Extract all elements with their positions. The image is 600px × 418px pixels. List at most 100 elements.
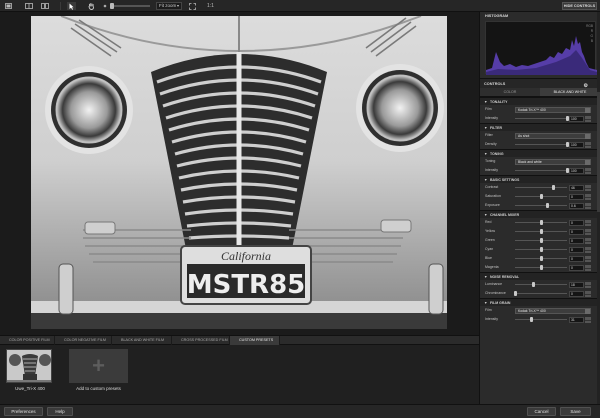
tab-black-and-white[interactable]: BLACK AND WHITE: [540, 88, 600, 96]
value-stepper[interactable]: [585, 247, 591, 253]
slider-knob[interactable]: [514, 291, 517, 296]
slider-knob[interactable]: [540, 194, 543, 199]
filter-density-slider[interactable]: [515, 142, 569, 147]
value-stepper[interactable]: [585, 142, 591, 148]
channel-mixer-magenta-value-field[interactable]: 0: [569, 265, 584, 271]
section-noise-removal[interactable]: ▼ NOISE REMOVAL: [480, 272, 600, 280]
cancel-button[interactable]: Cancel: [527, 407, 556, 416]
slider-knob[interactable]: [540, 247, 543, 252]
basic-settings-contrast-value-field[interactable]: 46: [569, 185, 584, 191]
channel-mixer-yellow-slider[interactable]: [515, 229, 567, 234]
film-grain-intensity-value-field[interactable]: 31: [569, 317, 584, 323]
channel-mixer-red-value-field[interactable]: 0: [569, 220, 584, 226]
basic-settings-contrast-slider[interactable]: [515, 185, 567, 190]
hide-controls-button[interactable]: HIDE CONTROLS: [562, 2, 597, 10]
basic-settings-exposure-slider[interactable]: [515, 203, 567, 208]
section-filter[interactable]: ▼ FILTER: [480, 123, 600, 131]
toning-toning-select[interactable]: Black and white: [515, 159, 591, 165]
add-custom-preset[interactable]: + Add to custom presets: [69, 349, 128, 391]
slider-knob[interactable]: [540, 229, 543, 234]
compare-view-icon[interactable]: [40, 2, 49, 10]
tab-custom-presets[interactable]: CUSTOM PRESETS: [230, 336, 280, 345]
noise-removal-luminance-slider[interactable]: [515, 282, 567, 287]
tab-black-and-white-film[interactable]: BLACK AND WHITE FILM: [112, 336, 172, 345]
channel-mixer-green-slider[interactable]: [515, 238, 567, 243]
noise-removal-luminance-value-field[interactable]: 18: [569, 282, 584, 288]
tab-color-positive-film[interactable]: COLOR POSITIVE FILM: [0, 336, 55, 345]
tonality-intensity-slider[interactable]: [515, 116, 569, 121]
tab-color-negative-film[interactable]: COLOR NEGATIVE FILM: [55, 336, 112, 345]
zoom-slider-knob[interactable]: [110, 3, 114, 9]
tonality-film-select[interactable]: Kodak Tri-X™ 400: [515, 107, 591, 113]
tab-color[interactable]: COLOR: [480, 88, 540, 96]
value-stepper[interactable]: [585, 168, 591, 174]
slider-knob[interactable]: [532, 282, 536, 287]
fit-screen-icon[interactable]: [188, 2, 197, 10]
channel-mixer-cyan-value-field[interactable]: 0: [569, 247, 584, 253]
value-stepper[interactable]: [585, 220, 591, 226]
filter-filter-select[interactable]: As shot: [515, 133, 591, 139]
film-grain-film-select[interactable]: Kodak Tri-X™ 400: [515, 308, 591, 314]
control-row-channel-mixer-cyan: Cyan 0: [480, 245, 600, 254]
basic-settings-saturation-slider[interactable]: [515, 194, 567, 199]
channel-mixer-cyan-slider[interactable]: [515, 247, 567, 252]
save-button[interactable]: Save: [560, 407, 591, 416]
film-grain-intensity-slider[interactable]: [515, 317, 567, 322]
value-stepper[interactable]: [585, 185, 591, 191]
section-film-grain[interactable]: ▼ FILM GRAIN: [480, 298, 600, 306]
value-stepper[interactable]: [585, 282, 591, 288]
channel-mixer-blue-value-field[interactable]: 0: [569, 256, 584, 262]
value-stepper[interactable]: [585, 317, 591, 323]
controls-panel: HISTOGRAM RGB R G B CONTROLS ⚙ COLOR BLA…: [479, 12, 600, 404]
basic-settings-exposure-value-field[interactable]: 0.6: [569, 203, 584, 209]
value-stepper[interactable]: [585, 291, 591, 297]
channel-mixer-magenta-slider[interactable]: [515, 265, 567, 270]
image-viewer[interactable]: California MSTR85: [0, 12, 479, 335]
zoom-slider[interactable]: [110, 3, 150, 9]
histogram-label-r[interactable]: R: [591, 29, 593, 33]
value-stepper[interactable]: [585, 229, 591, 235]
tonality-intensity-value-field[interactable]: 100: [569, 116, 584, 122]
zoom-mode-select[interactable]: Fit zoom ▾: [156, 2, 182, 10]
channel-mixer-green-value-field[interactable]: 0: [569, 238, 584, 244]
slider-knob[interactable]: [540, 265, 543, 270]
slider-knob[interactable]: [530, 317, 534, 322]
preset-uwe-tri-x-400[interactable]: Uwe_Tri-X 400: [6, 349, 54, 391]
gear-icon[interactable]: ⚙: [584, 81, 588, 91]
histogram-label-rgb[interactable]: RGB: [586, 24, 593, 28]
slider-knob[interactable]: [540, 256, 543, 261]
value-stepper[interactable]: [585, 238, 591, 244]
actual-size-button[interactable]: 1:1: [207, 2, 214, 10]
histogram-label-g[interactable]: G: [591, 34, 593, 38]
toning-intensity-value-field[interactable]: 100: [569, 168, 584, 174]
section-basic-settings[interactable]: ▼ BASIC SETTINGS: [480, 175, 600, 183]
preferences-button[interactable]: Preferences: [4, 407, 43, 416]
channel-mixer-yellow-value-field[interactable]: 0: [569, 229, 584, 235]
help-button[interactable]: Help: [47, 407, 73, 416]
noise-removal-chrominance-slider[interactable]: [514, 291, 567, 296]
slider-knob[interactable]: [551, 185, 555, 190]
tab-cross-processed-film[interactable]: CROSS PROCESSED FILM: [172, 336, 230, 345]
slider-knob[interactable]: [540, 238, 543, 243]
slider-knob[interactable]: [540, 220, 543, 225]
channel-mixer-blue-slider[interactable]: [515, 256, 567, 261]
value-stepper[interactable]: [585, 265, 591, 271]
value-stepper[interactable]: [585, 116, 591, 122]
split-view-icon[interactable]: [24, 2, 33, 10]
section-tonality[interactable]: ▼ TONALITY: [480, 97, 600, 105]
single-view-icon[interactable]: [4, 2, 13, 10]
toning-intensity-slider[interactable]: [515, 168, 569, 173]
value-stepper[interactable]: [585, 194, 591, 200]
section-toning[interactable]: ▼ TONING: [480, 149, 600, 157]
filter-density-value-field[interactable]: 100: [569, 142, 584, 148]
select-arrow-icon[interactable]: [67, 2, 76, 10]
section-channel-mixer[interactable]: ▼ CHANNEL MIXER: [480, 210, 600, 218]
channel-mixer-red-slider[interactable]: [515, 220, 567, 225]
value-stepper[interactable]: [585, 256, 591, 262]
hand-tool-icon[interactable]: [87, 2, 96, 10]
basic-settings-saturation-value-field[interactable]: 0: [569, 194, 584, 200]
noise-removal-chrominance-value-field[interactable]: 0: [569, 291, 584, 297]
histogram-label-b[interactable]: B: [591, 39, 593, 43]
value-stepper[interactable]: [585, 203, 591, 209]
slider-knob[interactable]: [546, 203, 550, 208]
